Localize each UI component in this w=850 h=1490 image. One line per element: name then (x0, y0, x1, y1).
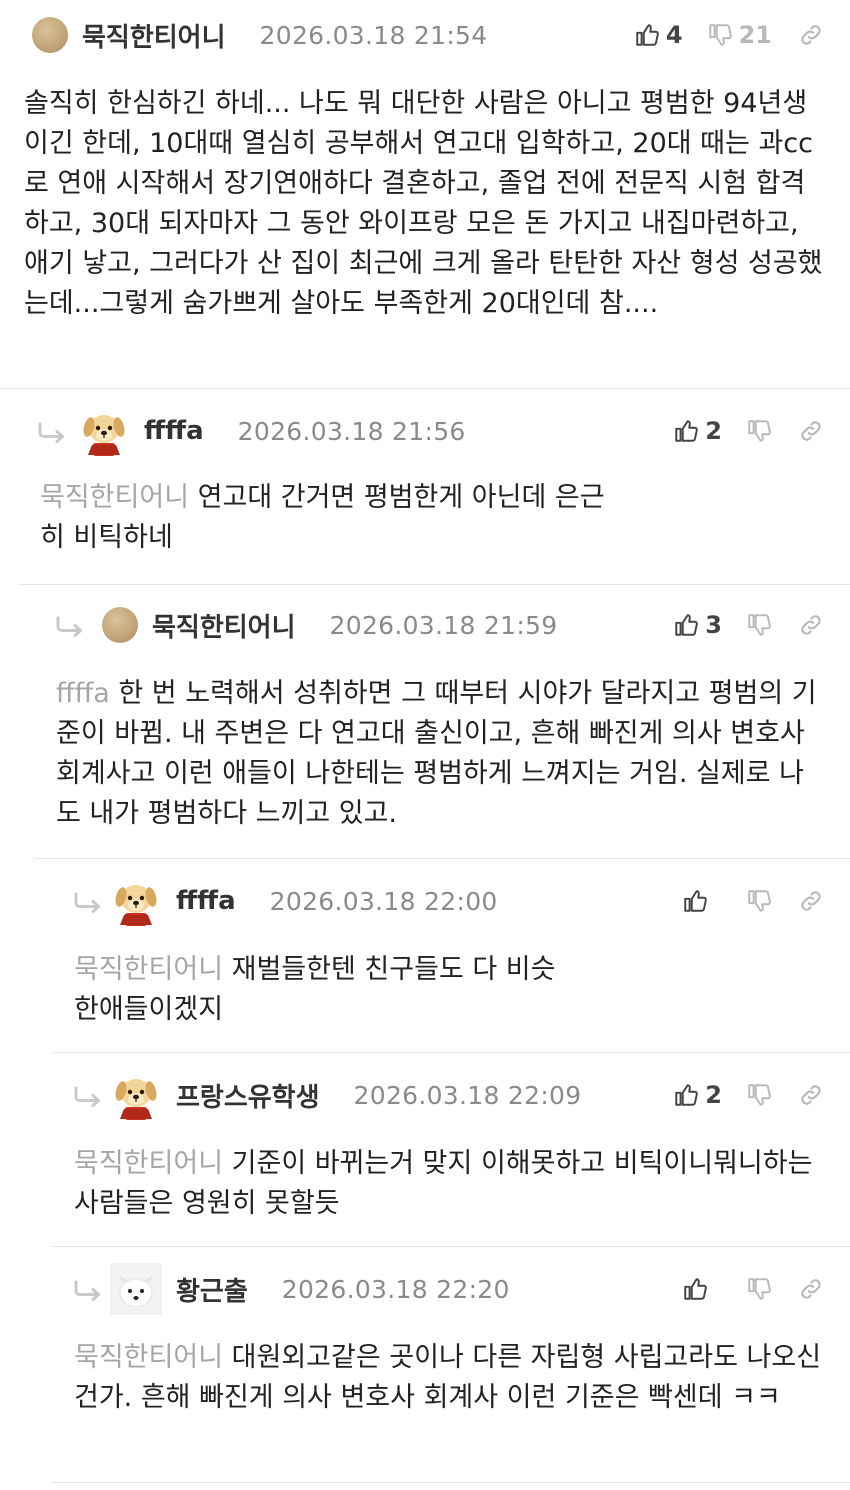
like-button[interactable] (682, 888, 708, 914)
divider (52, 1482, 850, 1483)
share-link-button[interactable] (798, 22, 824, 48)
share-link-button[interactable] (798, 612, 824, 638)
dislike-button[interactable] (746, 612, 772, 638)
comment-header: 묵직한티어니 2026.03.18 21:59 (54, 600, 557, 650)
comment-nickname[interactable]: 묵직한티어니 (82, 17, 226, 54)
like-button[interactable]: 4 (634, 21, 683, 49)
dislike-button[interactable] (746, 888, 772, 914)
comment-date: 2026.03.18 22:00 (269, 886, 498, 916)
reply-arrow-icon (36, 416, 70, 446)
thumb-down-icon (746, 1276, 772, 1302)
thumb-down-icon (707, 22, 733, 48)
comment-header: ffffa 2026.03.18 21:56 (36, 406, 466, 456)
comment-header: 프랑스유학생 2026.03.18 22:09 (72, 1070, 581, 1120)
mention[interactable]: 묵직한티어니 (74, 1148, 223, 1179)
like-count: 4 (665, 21, 683, 49)
divider (0, 388, 850, 389)
like-button[interactable]: 2 (673, 417, 722, 445)
comment-header: 묵직한티어니 2026.03.18 21:54 (32, 10, 487, 60)
link-icon (798, 888, 824, 914)
comment-date: 2026.03.18 21:56 (237, 416, 466, 446)
link-icon (798, 1082, 824, 1108)
divider (34, 858, 850, 859)
comment-nickname[interactable]: ffffa (176, 886, 236, 916)
thumb-up-icon (673, 1082, 699, 1108)
comment-text: 한 번 노력해서 성취하면 그 때부터 시야가 달라지고 평범의 기준이 바뀜.… (56, 678, 817, 829)
share-link-button[interactable] (798, 418, 824, 444)
mention[interactable]: ffffa (56, 678, 110, 709)
thumb-down-icon (746, 612, 772, 638)
comment-actions: 2 (673, 406, 824, 456)
comment-actions (682, 1264, 824, 1314)
puppy-avatar[interactable] (110, 1069, 162, 1121)
dislike-button[interactable] (746, 1276, 772, 1302)
comment-body: ffffa 한 번 노력해서 성취하면 그 때부터 시야가 달라지고 평범의 기… (56, 674, 826, 834)
comment-header: 황근출 2026.03.18 22:20 (72, 1264, 510, 1314)
comment-nickname[interactable]: ffffa (144, 416, 204, 446)
comment-body: 묵직한티어니 재벌들한텐 친구들도 다 비슷한애들이겠지 (74, 950, 564, 1030)
like-count: 2 (705, 417, 722, 445)
dislike-button[interactable] (746, 418, 772, 444)
like-button[interactable]: 2 (673, 1081, 722, 1109)
link-icon (798, 612, 824, 638)
divider (52, 1246, 850, 1247)
mention[interactable]: 묵직한티어니 (40, 482, 189, 513)
comment-nickname[interactable]: 묵직한티어니 (152, 607, 296, 644)
thumb-up-icon (634, 22, 660, 48)
share-link-button[interactable] (798, 888, 824, 914)
reply-arrow-icon (54, 610, 88, 640)
thumb-down-icon (746, 888, 772, 914)
comment-date: 2026.03.18 21:59 (329, 610, 558, 640)
comment-body: 묵직한티어니 대원외고같은 곳이나 다른 자립형 사립고라도 나오신 건가. 흔… (74, 1338, 824, 1418)
share-link-button[interactable] (798, 1082, 824, 1108)
like-count: 2 (705, 1081, 722, 1109)
link-icon (798, 22, 824, 48)
comment-nickname[interactable]: 황근출 (176, 1271, 248, 1308)
thumb-up-icon (682, 1276, 708, 1302)
like-button[interactable] (682, 1276, 708, 1302)
comment-nickname[interactable]: 프랑스유학생 (176, 1077, 320, 1114)
thumb-up-icon (673, 612, 699, 638)
thumb-down-icon (746, 1082, 772, 1108)
comment-date: 2026.03.18 22:09 (353, 1080, 582, 1110)
comment-date: 2026.03.18 22:20 (281, 1274, 510, 1304)
white-dog-avatar[interactable] (110, 1263, 162, 1315)
dislike-count: 21 (738, 21, 772, 49)
thumb-up-icon (682, 888, 708, 914)
comment-actions: 2 (673, 1070, 824, 1120)
avatar[interactable] (102, 607, 138, 643)
divider (18, 584, 850, 585)
avatar[interactable] (32, 17, 68, 53)
comment-body: 묵직한티어니 연고대 간거면 평범한게 아닌데 은근히 비틱하네 (40, 478, 620, 558)
like-count: 3 (705, 611, 722, 639)
comment-date: 2026.03.18 21:54 (259, 20, 488, 50)
thumb-down-icon (746, 418, 772, 444)
mention[interactable]: 묵직한티어니 (74, 954, 223, 985)
comment-header: ffffa 2026.03.18 22:00 (72, 876, 498, 926)
comment-actions: 4 21 (634, 10, 824, 60)
mention[interactable]: 묵직한티어니 (74, 1342, 223, 1373)
comment-actions (682, 876, 824, 926)
puppy-avatar[interactable] (78, 405, 130, 457)
comment-text: 솔직히 한심하긴 하네... 나도 뭐 대단한 사람은 아니고 평범한 94년생… (24, 88, 823, 319)
divider (52, 1052, 850, 1053)
reply-arrow-icon (72, 886, 106, 916)
comment-body: 묵직한티어니 기준이 바뀌는거 맞지 이해못하고 비틱이니뭐니하는 사람들은 영… (74, 1144, 824, 1224)
reply-arrow-icon (72, 1080, 106, 1110)
link-icon (798, 1276, 824, 1302)
link-icon (798, 418, 824, 444)
dislike-button[interactable] (746, 1082, 772, 1108)
comment-body: 솔직히 한심하긴 하네... 나도 뭐 대단한 사람은 아니고 평범한 94년생… (24, 84, 824, 324)
like-button[interactable]: 3 (673, 611, 722, 639)
share-link-button[interactable] (798, 1276, 824, 1302)
dislike-button[interactable]: 21 (707, 21, 772, 49)
thumb-up-icon (673, 418, 699, 444)
reply-arrow-icon (72, 1274, 106, 1304)
puppy-avatar[interactable] (110, 875, 162, 927)
comment-actions: 3 (673, 600, 824, 650)
